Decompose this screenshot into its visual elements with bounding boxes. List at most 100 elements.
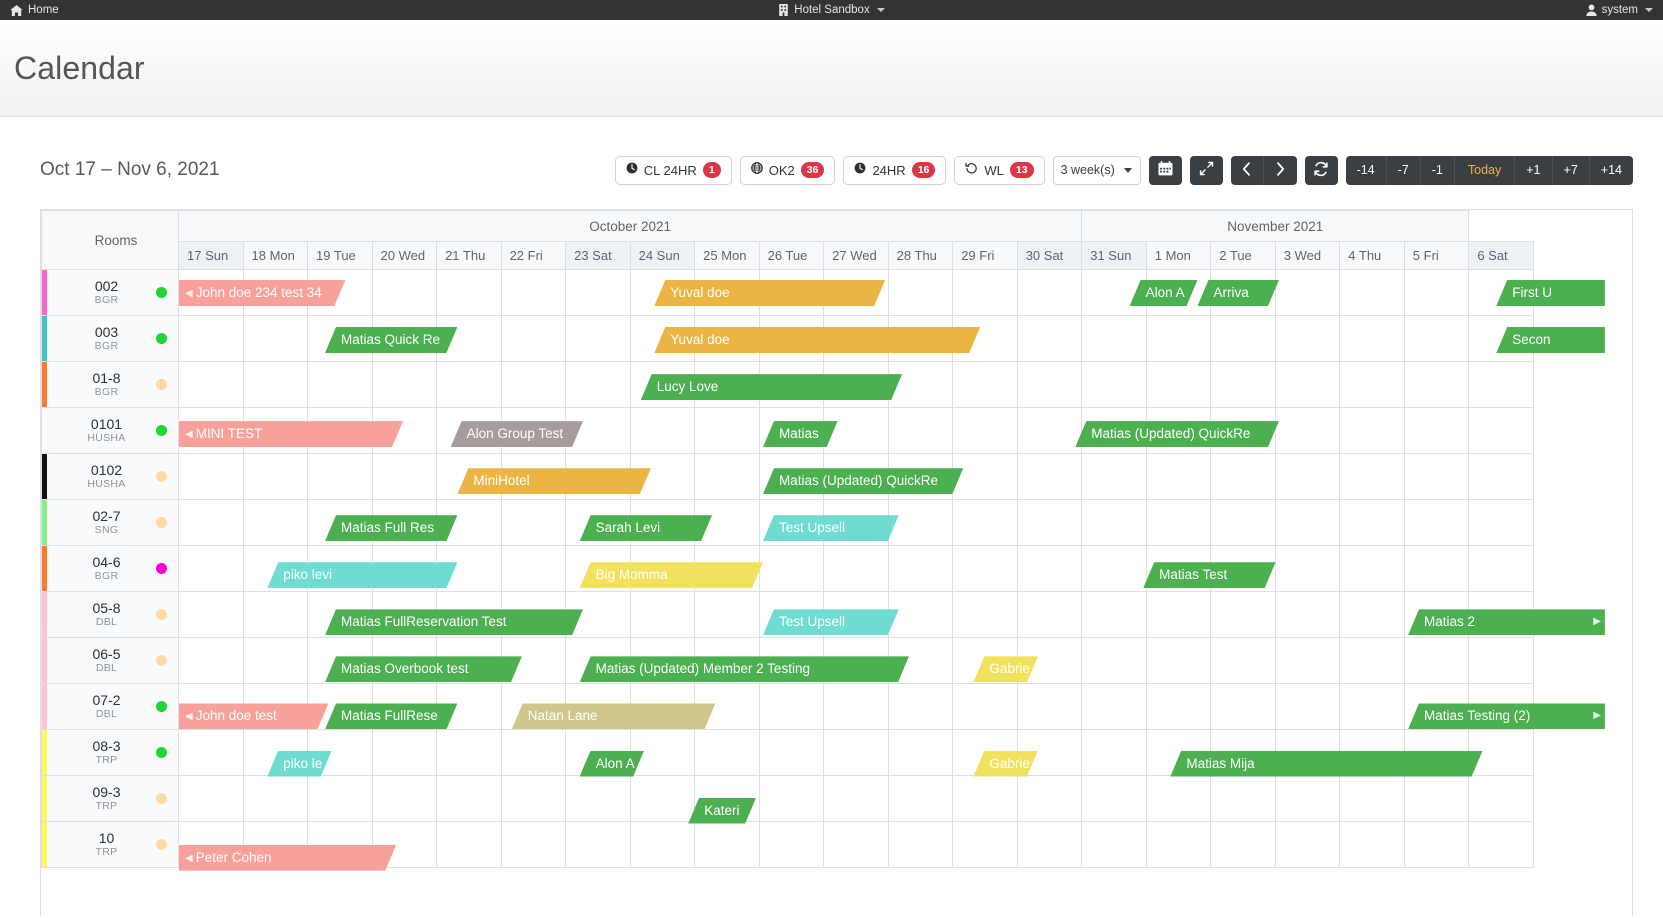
day-cell[interactable] — [1339, 683, 1405, 730]
day-cell[interactable] — [887, 729, 954, 776]
day-cell[interactable] — [242, 637, 309, 684]
day-cell[interactable] — [436, 269, 502, 316]
booking-bar[interactable]: ◀ MINI TEST — [179, 421, 403, 447]
day-cell[interactable] — [1403, 453, 1470, 500]
booking-bar[interactable]: Natan Lane — [512, 703, 716, 729]
day-cell[interactable] — [1274, 775, 1341, 822]
day-cell[interactable] — [1468, 361, 1534, 408]
jump-today-button[interactable]: Today — [1454, 155, 1516, 185]
day-cell[interactable] — [1403, 315, 1470, 362]
room-cell-0102[interactable]: 0102 HUSHA — [41, 453, 179, 500]
day-cell[interactable] — [1016, 683, 1083, 730]
day-cell[interactable] — [1210, 821, 1276, 868]
day-cell[interactable] — [1339, 315, 1405, 362]
collapse-view-button[interactable] — [1189, 155, 1223, 185]
day-cell[interactable] — [823, 545, 889, 592]
day-cell[interactable] — [952, 591, 1018, 638]
booking-bar[interactable]: Gabrie — [973, 751, 1038, 777]
day-cell[interactable] — [1274, 315, 1341, 362]
day-cell[interactable] — [565, 269, 631, 316]
day-cell[interactable] — [758, 775, 825, 822]
day-cell[interactable] — [565, 821, 631, 868]
booking-bar[interactable]: piko le — [267, 751, 332, 777]
booking-bar[interactable]: Matias FullRese — [325, 703, 457, 729]
day-cell[interactable] — [178, 637, 244, 684]
day-cell[interactable] — [500, 729, 567, 776]
day-cell[interactable] — [1339, 269, 1405, 316]
day-cell[interactable] — [371, 361, 438, 408]
refresh-button[interactable] — [1304, 155, 1338, 185]
booking-bar[interactable]: Yuval doe — [654, 327, 980, 353]
day-cell[interactable] — [887, 591, 954, 638]
booking-bar[interactable]: Alon A — [1130, 280, 1198, 306]
day-cell[interactable] — [1274, 269, 1341, 316]
day-cell[interactable] — [1274, 499, 1341, 546]
day-cell[interactable] — [1081, 361, 1147, 408]
day-cell[interactable] — [500, 361, 567, 408]
day-cell[interactable] — [823, 775, 889, 822]
day-cell[interactable] — [1403, 821, 1470, 868]
booking-bar[interactable]: Alon A — [580, 751, 645, 777]
day-cell[interactable] — [178, 499, 244, 546]
day-cell[interactable] — [1145, 637, 1212, 684]
booking-bar[interactable]: Big Momma — [580, 562, 763, 588]
day-cell[interactable] — [887, 545, 954, 592]
day-cell[interactable] — [1274, 683, 1341, 730]
day-cell[interactable] — [758, 545, 825, 592]
day-cell[interactable] — [178, 453, 244, 500]
day-cell[interactable] — [500, 269, 567, 316]
day-cell[interactable] — [952, 821, 1018, 868]
day-cell[interactable] — [500, 821, 567, 868]
booking-bar[interactable]: Matias Full Res — [325, 515, 457, 541]
day-cell[interactable] — [1016, 407, 1083, 454]
day-cell[interactable] — [887, 499, 954, 546]
day-cell[interactable] — [1081, 683, 1147, 730]
property-selector[interactable]: Hotel Sandbox — [778, 4, 885, 16]
day-cell[interactable] — [952, 453, 1018, 500]
day-cell[interactable] — [1145, 499, 1212, 546]
day-cell[interactable] — [1016, 499, 1083, 546]
day-cell[interactable] — [178, 361, 244, 408]
day-cell[interactable] — [371, 729, 438, 776]
day-cell[interactable] — [694, 407, 760, 454]
day-cell[interactable] — [629, 407, 696, 454]
room-cell-02-7[interactable]: 02-7 SNG — [41, 499, 179, 546]
jump-minus-7-button[interactable]: -7 — [1386, 155, 1421, 185]
booking-bar[interactable]: ◀ John doe test — [179, 703, 328, 729]
booking-bar[interactable]: Matias FullReservation Test — [325, 609, 583, 635]
day-cell[interactable] — [1468, 407, 1534, 454]
week-range-select[interactable]: 3 week(s) — [1052, 155, 1141, 185]
booking-bar[interactable]: Matias (Updated) QuickRe — [1075, 421, 1279, 447]
jump-minus-1-button[interactable]: -1 — [1420, 155, 1455, 185]
day-cell[interactable] — [1016, 591, 1083, 638]
day-cell[interactable] — [1339, 407, 1405, 454]
next-period-button[interactable] — [1263, 155, 1297, 185]
day-cell[interactable] — [1403, 361, 1470, 408]
day-cell[interactable] — [1468, 775, 1534, 822]
day-cell[interactable] — [242, 453, 309, 500]
day-cell[interactable] — [371, 269, 438, 316]
day-cell[interactable] — [1210, 683, 1276, 730]
day-cell[interactable] — [1145, 775, 1212, 822]
day-cell[interactable] — [178, 729, 244, 776]
booking-bar[interactable]: Matias Overbook test — [325, 656, 522, 682]
day-cell[interactable] — [758, 729, 825, 776]
jump-plus-14-button[interactable]: +14 — [1589, 155, 1633, 185]
day-cell[interactable] — [1145, 315, 1212, 362]
day-cell[interactable] — [887, 361, 954, 408]
day-cell[interactable] — [1210, 637, 1276, 684]
day-cell[interactable] — [371, 775, 438, 822]
booking-bar[interactable]: Matias Test — [1143, 562, 1275, 588]
day-cell[interactable] — [178, 545, 244, 592]
day-cell[interactable] — [1274, 361, 1341, 408]
booking-bar[interactable]: Sarah Levi — [580, 515, 712, 541]
booking-bar[interactable]: Matias — [763, 421, 838, 447]
day-cell[interactable] — [629, 821, 696, 868]
day-cell[interactable] — [887, 821, 954, 868]
day-cell[interactable] — [307, 453, 373, 500]
day-cell[interactable] — [1081, 545, 1147, 592]
booking-bar[interactable]: Alon Group Test — [451, 421, 583, 447]
day-cell[interactable] — [1081, 315, 1147, 362]
date-picker-button[interactable] — [1148, 155, 1182, 185]
booking-bar[interactable]: Matias (Updated) Member 2 Testing — [580, 656, 909, 682]
